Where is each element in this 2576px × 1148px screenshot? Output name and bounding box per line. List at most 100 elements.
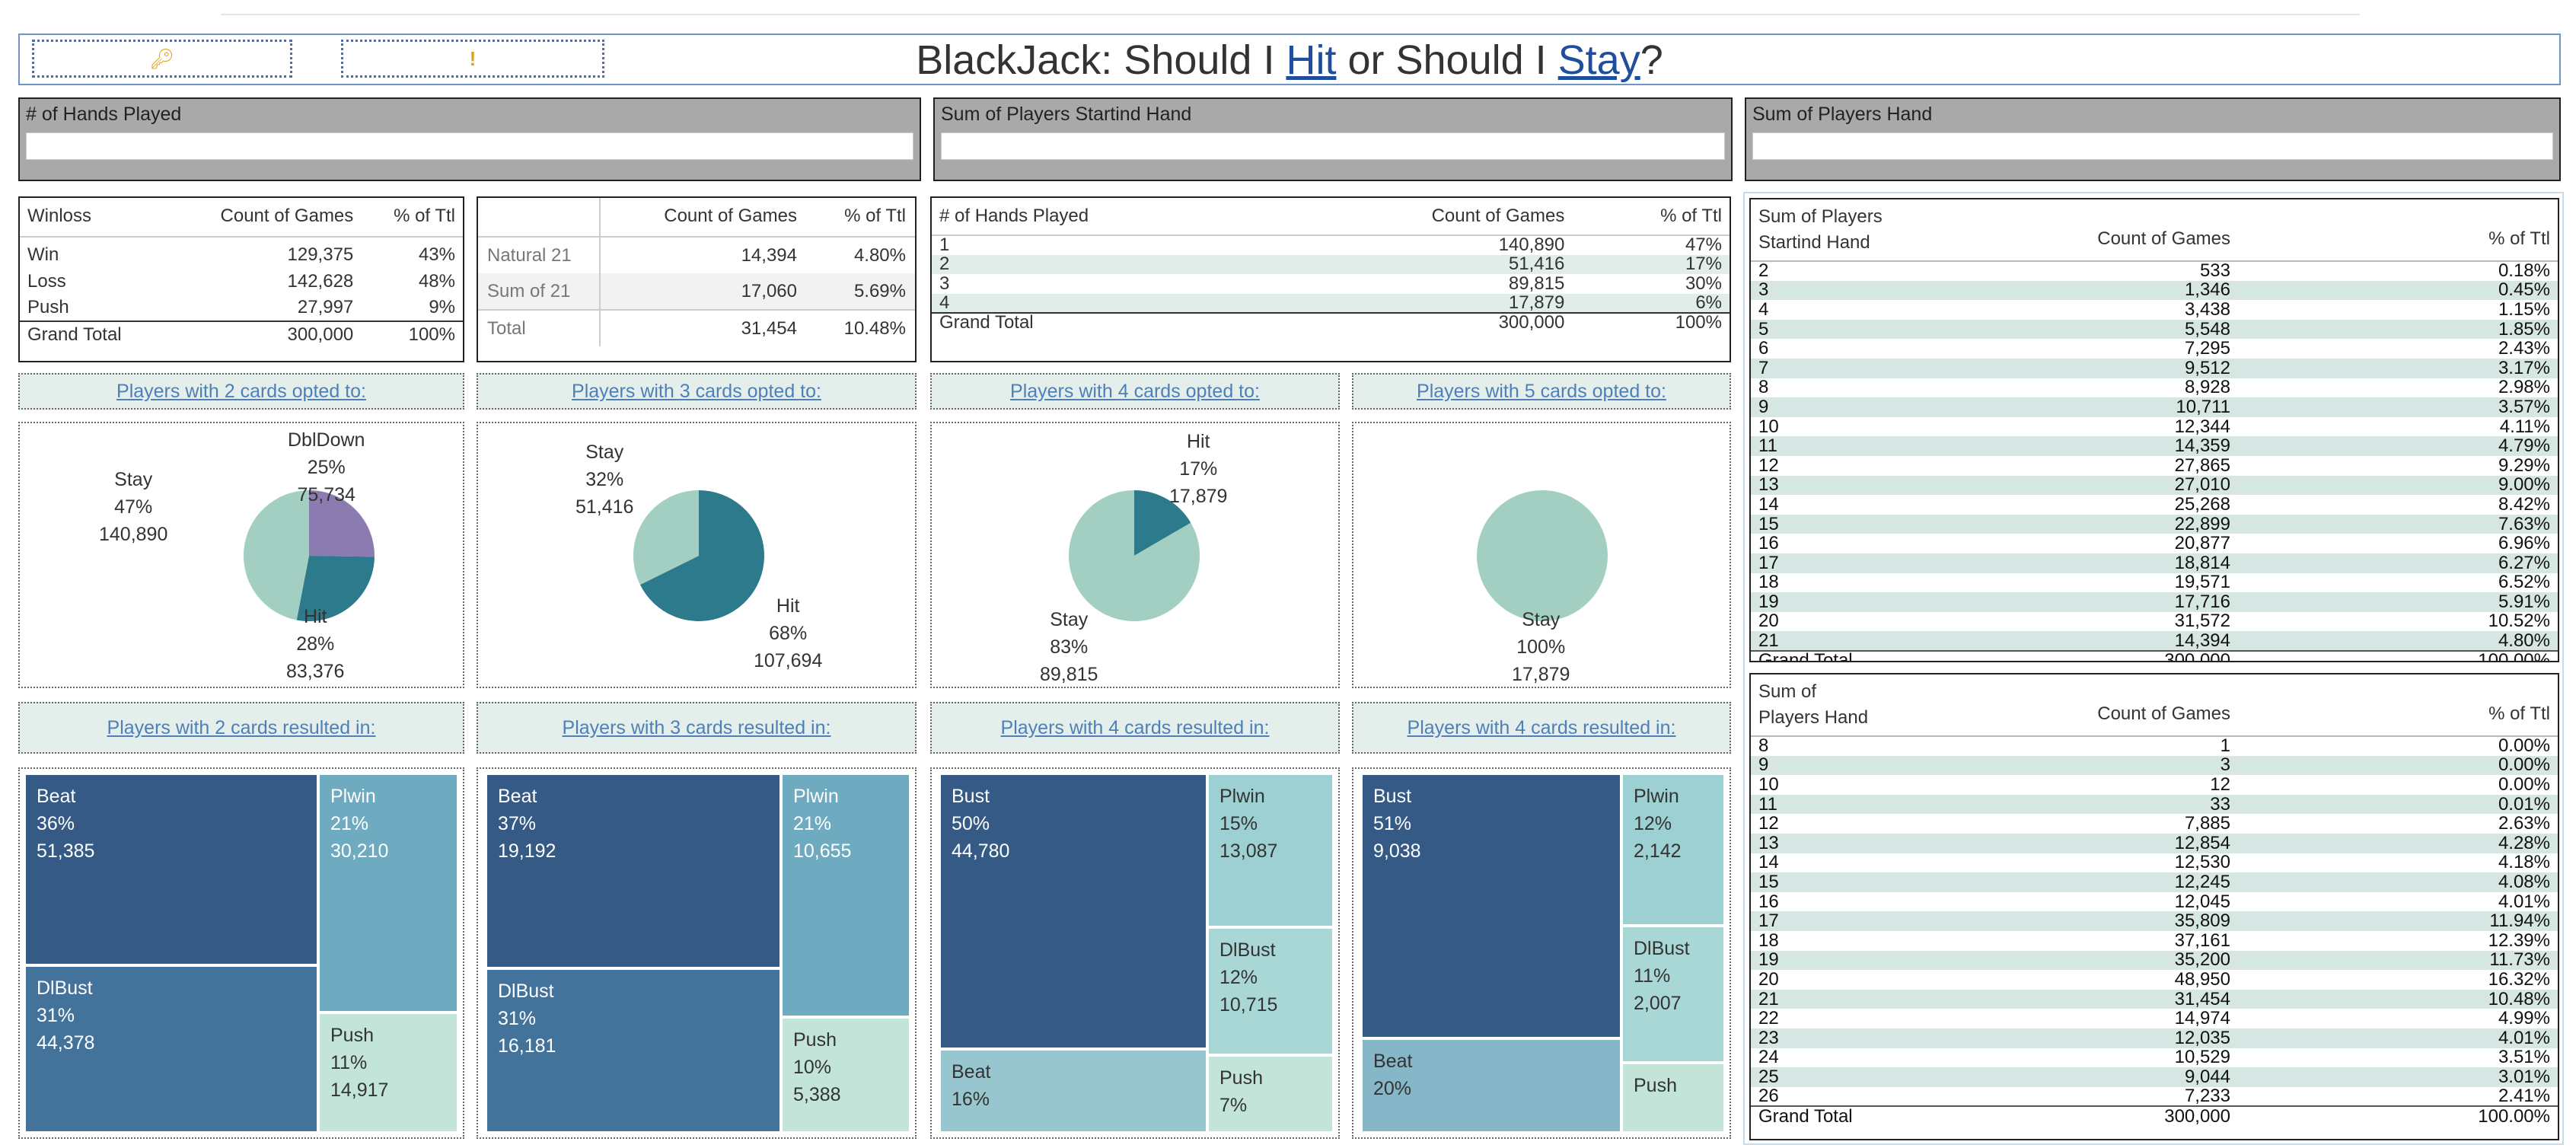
treemap-cell-push[interactable]: Push <box>1621 1063 1725 1133</box>
treemap-cell-plwin[interactable]: Plwin 12% 2,142 <box>1621 773 1725 926</box>
treemap-cell-plwin[interactable]: Plwin 15% 13,087 <box>1207 773 1334 927</box>
treemap-cell-bust[interactable]: Bust 51% 9,038 <box>1361 773 1621 1038</box>
treemap-cell-dlbust[interactable]: DlBust 31% 44,378 <box>24 965 318 1133</box>
table-row[interactable]: 17 18,814 6.27% <box>1751 553 2558 573</box>
grand-total-row[interactable]: Grand Total 300,000 100% <box>932 312 1730 333</box>
header-link[interactable]: Players with 4 cards resulted in: <box>1001 717 1270 739</box>
table-row[interactable]: 5 5,548 1.85% <box>1751 319 2558 340</box>
grand-total-row[interactable]: Grand Total 300,000 100.00% <box>1751 1105 2558 1126</box>
table-row[interactable]: 3 89,815 30% <box>932 274 1730 294</box>
table-row[interactable]: 18 19,571 6.52% <box>1751 573 2558 593</box>
table-row[interactable]: 20 31,572 10.52% <box>1751 612 2558 632</box>
table-row[interactable]: 15 12,245 4.08% <box>1751 872 2558 892</box>
hit-link[interactable]: Hit <box>1286 37 1336 83</box>
treemap-cell-dlbust[interactable]: DlBust 11% 2,007 <box>1621 926 1725 1063</box>
table-row[interactable]: Loss 142,628 48% <box>20 268 463 295</box>
header-link[interactable]: Players with 4 cards resulted in: <box>1408 717 1676 739</box>
table-row[interactable]: 19 17,716 5.91% <box>1751 592 2558 612</box>
opted-header-2-cards[interactable]: Players with 2 cards opted to: <box>18 373 464 410</box>
table-row[interactable]: 12 7,885 2.63% <box>1751 814 2558 834</box>
treemap-cell-plwin[interactable]: Plwin 21% 30,210 <box>318 773 458 1012</box>
table-row[interactable]: 13 27,010 9.00% <box>1751 475 2558 496</box>
cell-value: 8,928 <box>2184 377 2230 398</box>
table-row[interactable]: 16 12,045 4.01% <box>1751 892 2558 912</box>
stay-link[interactable]: Stay <box>1558 37 1640 83</box>
cell-value: 5,388 <box>793 1084 841 1105</box>
treemap-cell-beat[interactable]: Beat 20% <box>1361 1038 1621 1133</box>
table-row[interactable]: 9 3 0.00% <box>1751 755 2558 776</box>
table-row[interactable]: 19 35,200 11.73% <box>1751 950 2558 971</box>
table-row[interactable]: 3 1,346 0.45% <box>1751 280 2558 301</box>
table-row[interactable]: Sum of 21 17,060 5.69% <box>478 273 915 310</box>
table-row[interactable]: 14 25,268 8.42% <box>1751 495 2558 515</box>
pie-slice-stay[interactable] <box>1477 490 1608 621</box>
treemap-cell-dlbust[interactable]: DlBust 12% 10,715 <box>1207 927 1334 1055</box>
header-link[interactable]: Players with 2 cards opted to: <box>116 381 366 403</box>
table-row[interactable]: 15 22,899 7.63% <box>1751 514 2558 534</box>
header-link[interactable]: Players with 3 cards resulted in: <box>563 717 831 739</box>
header-link[interactable]: Players with 5 cards opted to: <box>1417 381 1666 403</box>
treemap-cell-beat[interactable]: Beat 37% 19,192 <box>486 773 781 968</box>
header-link[interactable]: Players with 2 cards resulted in: <box>107 717 376 739</box>
table-row[interactable]: 8 8,928 2.98% <box>1751 378 2558 398</box>
treemap-cell-beat[interactable]: Beat 36% 51,385 <box>24 773 318 965</box>
table-row[interactable]: 4 3,438 1.15% <box>1751 300 2558 320</box>
opted-header-4-cards[interactable]: Players with 4 cards opted to: <box>930 373 1340 410</box>
cell-name: DlBust <box>1634 938 1690 959</box>
result-header-4-cards-b[interactable]: Players with 4 cards resulted in: <box>1352 702 1731 754</box>
grand-total-row[interactable]: Grand Total 300,000 100% <box>20 320 463 348</box>
treemap-cell-plwin[interactable]: Plwin 21% 10,655 <box>781 773 910 1017</box>
opted-header-5-cards[interactable]: Players with 5 cards opted to: <box>1352 373 1731 410</box>
header-link[interactable]: Players with 3 cards opted to: <box>572 381 821 403</box>
treemap-cell-push[interactable]: Push 7% <box>1207 1055 1334 1133</box>
pie-slice-stay[interactable] <box>244 490 309 620</box>
table-row[interactable]: 12 27,865 9.29% <box>1751 456 2558 476</box>
table-row[interactable]: 21 31,454 10.48% <box>1751 989 2558 1009</box>
table-row[interactable]: 10 12,344 4.11% <box>1751 417 2558 437</box>
table-row[interactable]: 21 14,394 4.80% <box>1751 631 2558 651</box>
table-row[interactable]: 13 12,854 4.28% <box>1751 833 2558 853</box>
table-row[interactable]: 14 12,530 4.18% <box>1751 853 2558 873</box>
total-row[interactable]: Total 31,454 10.48% <box>478 309 915 346</box>
table-row[interactable]: 10 12 0.00% <box>1751 775 2558 795</box>
table-row[interactable]: 20 48,950 16.32% <box>1751 970 2558 990</box>
table-row[interactable]: 7 9,512 3.17% <box>1751 358 2558 378</box>
filter-input[interactable] <box>26 132 913 160</box>
table-row[interactable]: 4 17,879 6% <box>932 293 1730 313</box>
result-header-3-cards[interactable]: Players with 3 cards resulted in: <box>477 702 917 754</box>
table-row[interactable]: 24 10,529 3.51% <box>1751 1048 2558 1068</box>
result-header-2-cards[interactable]: Players with 2 cards resulted in: <box>18 702 464 754</box>
cell-value: 10.52% <box>2488 611 2550 632</box>
table-row[interactable]: 18 37,161 12.39% <box>1751 931 2558 951</box>
result-header-4-cards[interactable]: Players with 4 cards resulted in: <box>930 702 1340 754</box>
table-row[interactable]: 26 7,233 2.41% <box>1751 1087 2558 1107</box>
table-row[interactable]: Natural 21 14,394 4.80% <box>478 237 915 273</box>
treemap-cell-dlbust[interactable]: DlBust 31% 16,181 <box>486 968 781 1133</box>
table-row[interactable]: 25 9,044 3.01% <box>1751 1067 2558 1087</box>
table-row[interactable]: 17 35,809 11.94% <box>1751 911 2558 931</box>
table-row[interactable]: 22 14,974 4.99% <box>1751 1009 2558 1028</box>
cell-value: 16,181 <box>498 1035 556 1057</box>
filter-input[interactable] <box>941 132 1725 160</box>
table-row[interactable]: Win 129,375 43% <box>20 241 463 268</box>
table-row[interactable]: 6 7,295 2.43% <box>1751 339 2558 359</box>
table-row[interactable]: 8 1 0.00% <box>1751 736 2558 756</box>
table-row[interactable]: Push 27,997 9% <box>20 295 463 321</box>
header-line: Sum of Players <box>1758 206 1883 227</box>
table-row[interactable]: 16 20,877 6.96% <box>1751 534 2558 553</box>
treemap-cell-beat[interactable]: Beat 16% <box>939 1049 1207 1133</box>
opted-header-3-cards[interactable]: Players with 3 cards opted to: <box>477 373 917 410</box>
filter-input[interactable] <box>1752 132 2553 160</box>
treemap-cell-push[interactable]: Push 11% 14,917 <box>318 1012 458 1133</box>
grand-total-row[interactable]: Grand Total 300,000 100.00% <box>1751 649 2558 661</box>
header-link[interactable]: Players with 4 cards opted to: <box>1010 381 1260 403</box>
table-row[interactable]: 1 140,890 47% <box>932 235 1730 255</box>
table-row[interactable]: 2 51,416 17% <box>932 254 1730 274</box>
table-row[interactable]: 2 533 0.18% <box>1751 261 2558 281</box>
table-row[interactable]: 9 10,711 3.57% <box>1751 397 2558 417</box>
treemap-cell-push[interactable]: Push 10% 5,388 <box>781 1017 910 1133</box>
table-row[interactable]: 11 33 0.01% <box>1751 794 2558 815</box>
treemap-cell-bust[interactable]: Bust 50% 44,780 <box>939 773 1207 1049</box>
table-row[interactable]: 23 12,035 4.01% <box>1751 1028 2558 1048</box>
table-row[interactable]: 11 14,359 4.79% <box>1751 436 2558 456</box>
